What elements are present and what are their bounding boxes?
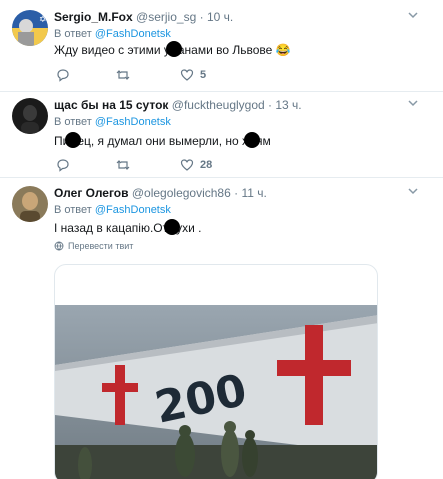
display-name[interactable]: щас бы на 15 суток	[54, 98, 168, 112]
tweet[interactable]: щас бы на 15 суток @fucktheuglygod · 13 …	[0, 92, 443, 178]
reply-context: В ответ @FashDonetsk	[54, 115, 171, 129]
tweet-header: щас бы на 15 суток @fucktheuglygod · 13 …	[54, 97, 431, 113]
tweet-actions: 5	[54, 66, 314, 84]
like-count: 5	[200, 69, 207, 81]
retweet-icon	[116, 70, 130, 80]
chevron-down-icon[interactable]	[407, 97, 419, 114]
tweet-text-part: Жду видео с этими у	[54, 43, 170, 57]
reply-icon	[57, 159, 69, 172]
redaction-blot	[165, 41, 182, 57]
handle[interactable]: @serjio_sg	[136, 10, 196, 24]
retweet-icon	[116, 160, 130, 170]
like-count: 28	[200, 159, 213, 171]
svg-text:✡: ✡	[39, 15, 47, 25]
avatar[interactable]	[12, 186, 48, 222]
tweet-text-part: анами во Львове 😂	[177, 43, 291, 57]
reply-to-link[interactable]: @FashDonetsk	[95, 116, 171, 128]
handle[interactable]: @olegolegovich86	[132, 186, 231, 200]
tweet-text: І назад в кацапію.От ухи .	[54, 219, 202, 236]
tweet-header: Sergio_M.Fox @serjio_sg · 10 ч.	[54, 9, 431, 25]
chevron-down-icon[interactable]	[407, 185, 419, 202]
retweet-button[interactable]	[116, 156, 130, 174]
avatar[interactable]	[12, 98, 48, 134]
avatar[interactable]: ✡	[12, 10, 48, 46]
display-name[interactable]: Sergio_M.Fox	[54, 10, 133, 24]
tweet-header: Олег Олегов @olegolegovich86 · 11 ч.	[54, 185, 431, 201]
retweet-button[interactable]	[116, 66, 130, 84]
display-name[interactable]: Олег Олегов	[54, 186, 129, 200]
like-icon	[180, 159, 194, 171]
translate-tweet-link[interactable]: Перевести твит	[54, 241, 133, 251]
separator-dot: ·	[268, 98, 273, 112]
reply-icon	[57, 69, 69, 82]
reply-prefix: В ответ	[54, 204, 92, 216]
tweet[interactable]: ✡ Sergio_M.Fox @serjio_sg · 10 ч. В отве…	[0, 0, 443, 92]
tweet-text: Жду видео с этими у анами во Львове 😂	[54, 41, 291, 58]
media-card[interactable]: 200	[54, 264, 378, 479]
tweet-text-part: І назад в кацапію.От	[54, 221, 169, 235]
timestamp[interactable]: 13 ч.	[275, 98, 301, 112]
reply-to-link[interactable]: @FashDonetsk	[95, 204, 171, 216]
separator-dot: ·	[234, 186, 239, 200]
like-button[interactable]: 5	[180, 66, 206, 84]
like-button[interactable]: 28	[180, 156, 212, 174]
tweet[interactable]: Олег Олегов @olegolegovich86 · 11 ч. В о…	[0, 178, 443, 479]
reply-context: В ответ @FashDonetsk	[54, 203, 171, 217]
translate-label: Перевести твит	[68, 241, 134, 251]
reply-button[interactable]	[56, 156, 70, 174]
timestamp[interactable]: 11 ч.	[241, 186, 266, 200]
chevron-down-icon[interactable]	[407, 9, 419, 26]
reply-button[interactable]	[56, 66, 70, 84]
handle[interactable]: @fucktheuglygod	[172, 98, 265, 112]
redaction-blot	[244, 132, 261, 148]
separator-dot: ·	[199, 10, 204, 24]
tweet-text: Пи ец, я думал они вымерли, но х ям	[54, 132, 271, 149]
media-image: 200	[55, 305, 377, 479]
tweet-text-part: ец, я думал они вымерли, но х	[77, 134, 249, 148]
like-icon	[180, 69, 194, 81]
reply-prefix: В ответ	[54, 116, 92, 128]
redaction-blot	[164, 219, 181, 235]
reply-to-link[interactable]: @FashDonetsk	[95, 28, 171, 40]
reply-context: В ответ @FashDonetsk	[54, 27, 171, 41]
timestamp[interactable]: 10 ч.	[207, 10, 233, 24]
reply-prefix: В ответ	[54, 28, 92, 40]
globe-icon	[54, 241, 64, 251]
tweet-actions: 28	[54, 156, 314, 174]
